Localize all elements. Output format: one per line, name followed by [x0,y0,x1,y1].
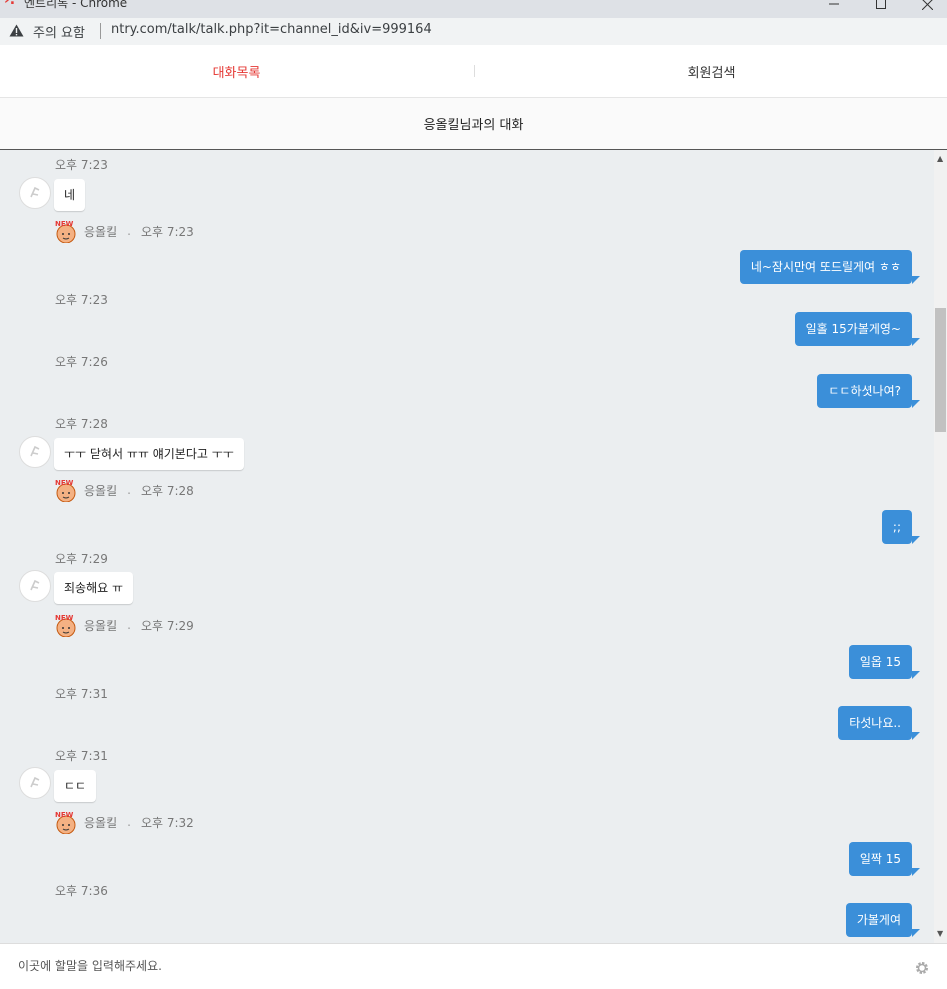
message-input[interactable] [10,952,896,980]
message-time: 오후 7:23 [140,224,194,239]
incoming-bubble: ㄷㄷ [54,770,97,802]
meta-separator: . [127,224,131,238]
message-time: 오후 7:29 [55,552,108,566]
bubble-tail [912,338,920,346]
maximize-icon[interactable] [861,0,901,12]
message-time: 오후 7:23 [55,158,108,172]
chat-room-title: 응올킬님과의 대화 [0,98,947,150]
scroll-up-icon[interactable]: ▲ [937,154,943,163]
incoming-bubble: 네 [54,179,86,211]
bubble-tail [912,276,920,284]
chat-scrollbar[interactable]: ▲ ▼ [934,150,947,943]
outgoing-bubble: 가볼게여 [845,903,912,937]
message-input-bar [0,943,947,989]
new-user-badge-icon: NEW [54,613,78,638]
default-avatar-icon[interactable] [19,177,51,209]
message-meta: NEW 응올킬. 오후 7:28 [54,478,194,503]
incoming-bubble: ㅜㅜ 닫혀서 ㅠㅠ 얘기본다고 ㅜㅜ [54,438,244,470]
outgoing-bubble: 네~잠시만여 또드릴게여 ㅎㅎ [739,250,912,284]
sender-name[interactable]: 응올킬 [84,223,117,240]
default-avatar-icon[interactable] [19,436,51,468]
sender-name[interactable]: 응올킬 [84,617,117,634]
tab-conversation-list[interactable]: 대화목록 [0,45,473,97]
outgoing-bubble: 일옵 15 [848,645,912,679]
warning-icon [9,24,24,37]
app-logo-icon: ›. [4,0,16,8]
minimize-icon[interactable] [814,0,854,12]
default-avatar-icon[interactable] [19,570,51,602]
message-meta: NEW 응올킬. 오후 7:32 [54,810,194,835]
security-label[interactable]: 주의 요함 [33,22,85,41]
address-bar[interactable]: 주의 요함 ntry.com/talk/talk.php?it=channel_… [0,18,947,46]
sender-name[interactable]: 응올킬 [84,482,117,499]
meta-separator: . [127,618,131,632]
new-user-badge-icon: NEW [54,219,78,244]
new-user-badge-icon: NEW [54,478,78,503]
message-time: 오후 7:26 [55,355,108,369]
outgoing-bubble: 타섯나요.. [838,706,912,740]
message-time: 오후 7:28 [140,483,194,498]
new-user-badge-icon: NEW [54,810,78,835]
window-titlebar: ›. 엔트리톡 - Chrome [0,0,947,18]
close-icon[interactable] [907,0,947,12]
outgoing-bubble: 일홀 15가볼게영~ [794,312,912,346]
url-text[interactable]: ntry.com/talk/talk.php?it=channel_id&iv=… [111,22,432,37]
bubble-tail [912,732,920,740]
outgoing-bubble: 일짝 15 [848,842,912,876]
svg-text:NEW: NEW [55,479,74,487]
bubble-tail [912,868,920,876]
tab-bar: 대화목록 회원검색 [0,45,947,98]
outgoing-bubble: ;; [881,510,912,544]
meta-separator: . [127,483,131,497]
sender-name[interactable]: 응올킬 [84,814,117,831]
message-meta: NEW 응올킬. 오후 7:29 [54,613,194,638]
outgoing-bubble: ㄷㄷ하셧나여? [817,374,912,408]
svg-text:NEW: NEW [55,811,74,819]
scrollbar-thumb[interactable] [935,308,946,432]
bubble-tail [912,929,920,937]
gear-icon[interactable] [914,960,930,976]
message-time: 오후 7:31 [55,687,108,701]
window-title: 엔트리톡 - Chrome [24,0,128,10]
incoming-bubble: 죄송해요 ㅠ [54,572,134,604]
tab-member-search[interactable]: 회원검색 [475,45,947,97]
svg-text:NEW: NEW [55,220,74,228]
default-avatar-icon[interactable] [19,767,51,799]
chat-message-list[interactable]: 오후 7:23 네 NEW 응올킬. 오후 7:23 네~잠시만여 또드릴게여 ㅎ… [0,150,934,943]
bubble-tail [912,536,920,544]
bubble-tail [912,671,920,679]
svg-text:NEW: NEW [55,614,74,622]
message-time: 오후 7:36 [55,884,108,898]
message-time: 오후 7:28 [55,417,108,431]
message-time: 오후 7:32 [140,815,194,830]
message-time: 오후 7:23 [55,293,108,307]
scroll-down-icon[interactable]: ▼ [937,929,943,938]
address-separator [100,23,101,39]
meta-separator: . [127,815,131,829]
message-time: 오후 7:29 [140,618,194,633]
bubble-tail [912,400,920,408]
message-time: 오후 7:31 [55,749,108,763]
message-meta: NEW 응올킬. 오후 7:23 [54,219,194,244]
